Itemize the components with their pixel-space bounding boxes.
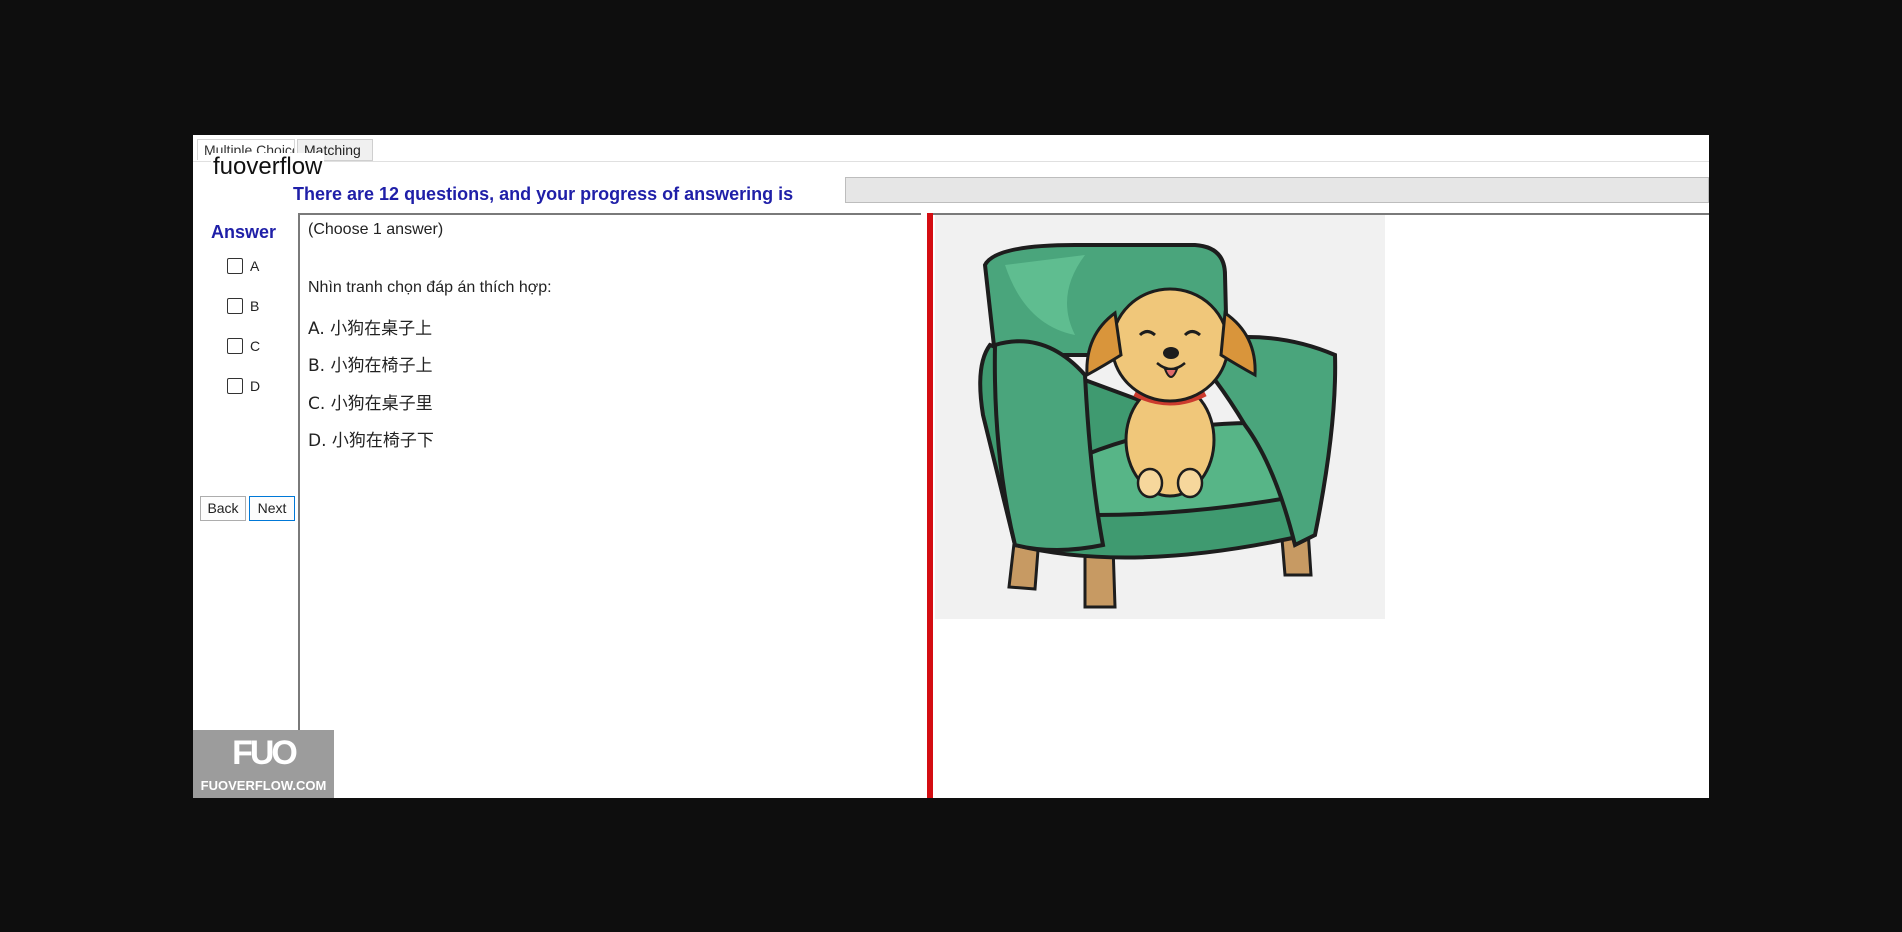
option-text: 小狗在椅子上: [330, 356, 433, 376]
back-button[interactable]: Back: [200, 496, 246, 521]
tab-strip: Multiple Choices Matching: [193, 135, 1709, 162]
question-instruction: (Choose 1 answer): [308, 221, 444, 238]
option-text: 小狗在桌子里: [330, 394, 433, 414]
question-panel: (Choose 1 answer) Nhìn tranh chọn đáp án…: [298, 213, 921, 798]
answer-title: Answer: [211, 222, 277, 242]
answer-option-label: A: [250, 258, 260, 274]
logo-text: FUOVERFLOW.COM: [200, 778, 327, 793]
question-option-d: D. 小狗在椅子下: [308, 426, 434, 451]
question-prompt: Nhìn tranh chọn đáp án thích hợp:: [308, 279, 552, 296]
watermark-text: fuoverflow: [211, 153, 325, 181]
quiz-window: Multiple Choices Matching fuoverflow The…: [193, 135, 1709, 798]
option-text: 小狗在桌子上: [330, 319, 433, 339]
checkbox[interactable]: [227, 338, 243, 354]
question-option-b: B. 小狗在椅子上: [308, 351, 432, 376]
answer-option-d[interactable]: D: [227, 378, 260, 394]
answer-option-c[interactable]: C: [227, 338, 260, 354]
option-text: 小狗在椅子下: [331, 431, 434, 451]
fuoverflow-logo: FUO FUOVERFLOW.COM: [193, 730, 334, 798]
answer-option-a[interactable]: A: [227, 258, 259, 274]
checkbox[interactable]: [227, 298, 243, 314]
option-letter: C.: [308, 394, 326, 414]
next-button[interactable]: Next: [249, 496, 295, 521]
option-letter: B.: [308, 356, 326, 376]
answer-option-label: B: [250, 298, 260, 314]
image-pane: [933, 213, 1709, 798]
logo-mark: FUO: [232, 734, 298, 772]
checkbox[interactable]: [227, 378, 243, 394]
checkbox[interactable]: [227, 258, 243, 274]
answer-option-b[interactable]: B: [227, 298, 259, 314]
dog-on-armchair-image: [935, 215, 1385, 619]
progress-bar: [845, 177, 1709, 203]
option-letter: D.: [308, 431, 327, 451]
answer-option-label: C: [250, 338, 261, 354]
question-option-c: C. 小狗在桌子里: [308, 389, 433, 414]
option-letter: A.: [308, 319, 325, 339]
progress-label: There are 12 questions, and your progres…: [293, 184, 794, 204]
question-option-a: A. 小狗在桌子上: [308, 314, 432, 339]
answer-option-label: D: [250, 378, 261, 394]
